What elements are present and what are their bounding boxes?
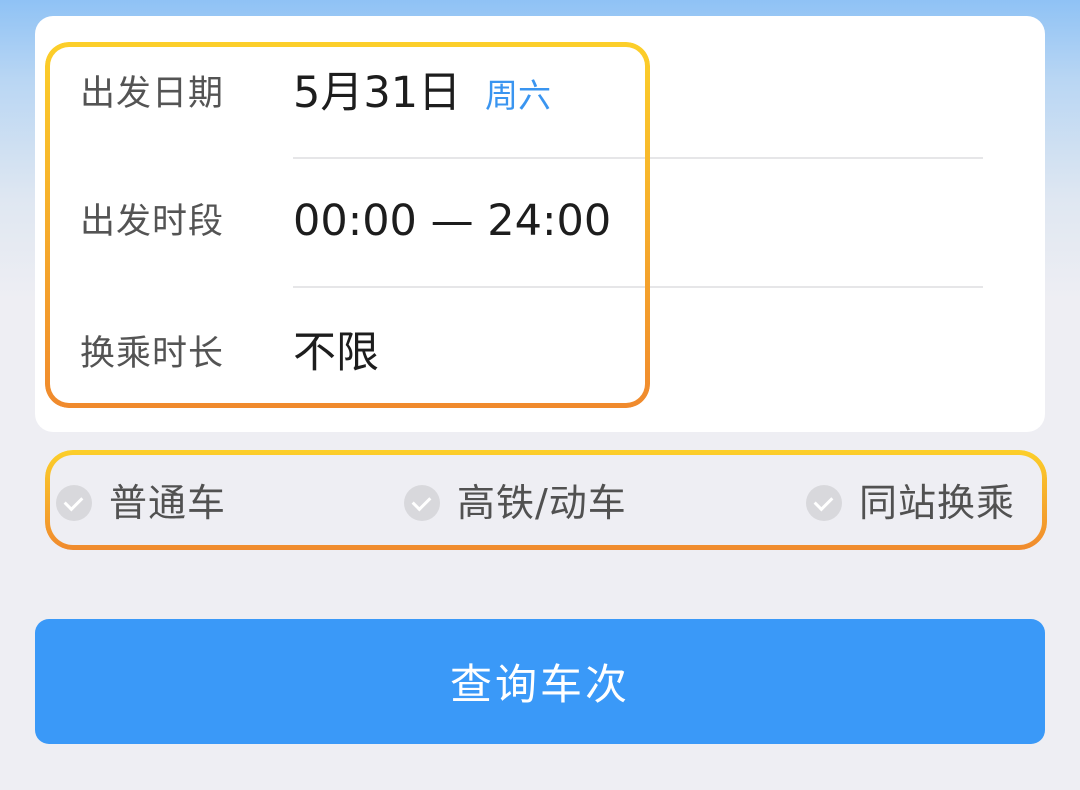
filter-high-speed[interactable]: 高铁/动车 [404,475,627,531]
row-divider [293,157,983,159]
transfer-duration-label: 换乘时长 [80,334,225,374]
row-divider [293,286,983,288]
filter-regular-train-label: 普通车 [109,481,227,525]
filter-same-station-transfer-label: 同站换乘 [859,481,1016,525]
filter-same-station-transfer[interactable]: 同站换乘 [806,475,1015,531]
query-trains-button[interactable]: 查询车次 [35,619,1045,744]
transfer-duration-value[interactable]: 不限 [293,328,379,378]
departure-time-value[interactable]: 00:00 — 24:00 [293,196,611,246]
check-circle-icon[interactable] [404,485,440,521]
search-options-card: 出发日期 5月31日 周六 出发时段 00:00 — 24:00 换乘时长 不限 [35,16,1045,432]
check-circle-icon[interactable] [56,485,92,521]
departure-date-value[interactable]: 5月31日 [293,68,461,118]
departure-time-label: 出发时段 [80,202,225,242]
departure-date-label: 出发日期 [80,74,225,114]
departure-weekday: 周六 [485,76,551,115]
filter-regular-train[interactable]: 普通车 [56,475,226,531]
filter-high-speed-label: 高铁/动车 [457,481,627,525]
check-circle-icon[interactable] [806,485,842,521]
